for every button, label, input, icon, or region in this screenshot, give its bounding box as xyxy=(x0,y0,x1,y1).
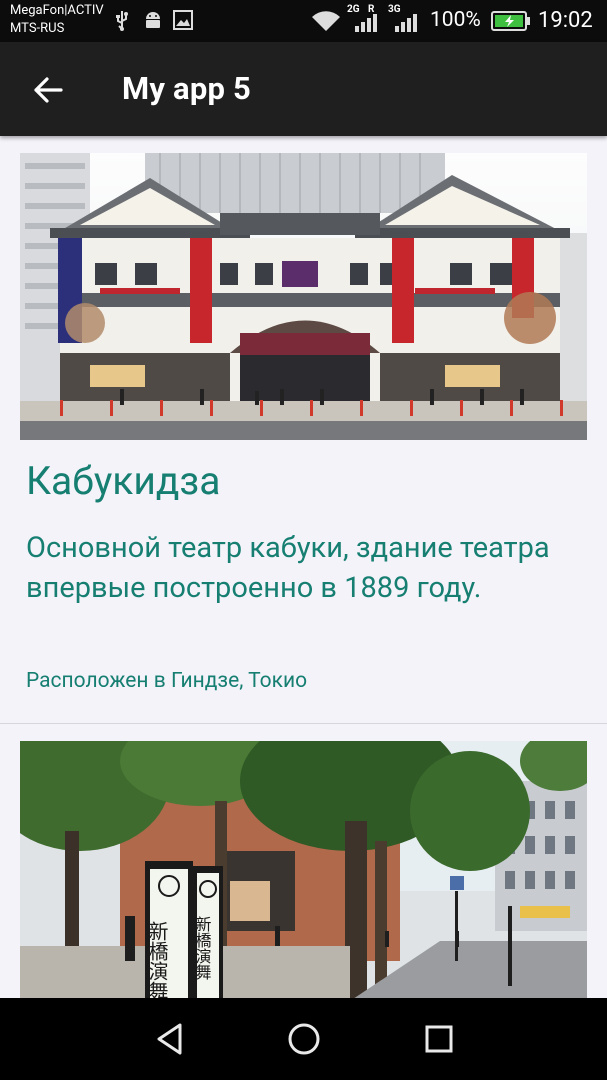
place-card[interactable]: Кабукидза Основной театр кабуки, здание … xyxy=(0,136,607,724)
clock: 19:02 xyxy=(538,8,593,33)
battery-percent: 100% xyxy=(430,8,481,32)
home-circle-icon xyxy=(288,1023,320,1055)
android-icon xyxy=(146,12,160,28)
battery-charging-icon xyxy=(491,11,530,31)
carrier-name: MegaFon|ACTIV xyxy=(10,3,104,18)
recents-square-icon xyxy=(425,1025,453,1053)
nav-recents-button[interactable] xyxy=(409,1014,469,1064)
arrow-back-icon xyxy=(34,77,63,103)
content-list[interactable]: Кабукидза Основной театр кабуки, здание … xyxy=(0,136,607,998)
navigation-bar xyxy=(0,998,607,1080)
back-button[interactable] xyxy=(22,64,74,116)
signal-icon-secondary xyxy=(395,14,417,32)
signal-icon xyxy=(355,14,377,32)
card-title: Кабукидза xyxy=(26,458,221,504)
card-location: Расположен в Гиндзе, Токио xyxy=(26,669,308,693)
card-description: Основной театр кабуки, здание театра впе… xyxy=(26,531,550,605)
image-icon xyxy=(173,10,193,30)
back-triangle-icon xyxy=(157,1023,182,1055)
app-bar: My app 5 xyxy=(0,42,607,136)
sign-text-left: 新橋演舞 xyxy=(145,921,169,998)
wifi-icon xyxy=(312,11,340,31)
carrier-name-secondary: MTS-RUS xyxy=(10,21,65,36)
card-image-shinbashi-enbujo: 新橋演舞 新橋演舞 xyxy=(20,741,587,998)
card-image-kabukiza xyxy=(20,153,587,440)
app-title: My app 5 xyxy=(122,70,252,107)
carrier-info: MegaFon|ACTIV MTS-RUS xyxy=(10,2,104,38)
place-card[interactable]: 新橋演舞 新橋演舞 xyxy=(0,725,607,998)
nav-back-button[interactable] xyxy=(140,1014,200,1064)
nav-home-button[interactable] xyxy=(274,1014,334,1064)
status-bar: MegaFon|ACTIV MTS-RUS 2G R 3G 100% 19:02 xyxy=(0,0,607,42)
usb-icon xyxy=(116,11,128,31)
sign-text-right: 新橋演舞 xyxy=(193,916,212,980)
